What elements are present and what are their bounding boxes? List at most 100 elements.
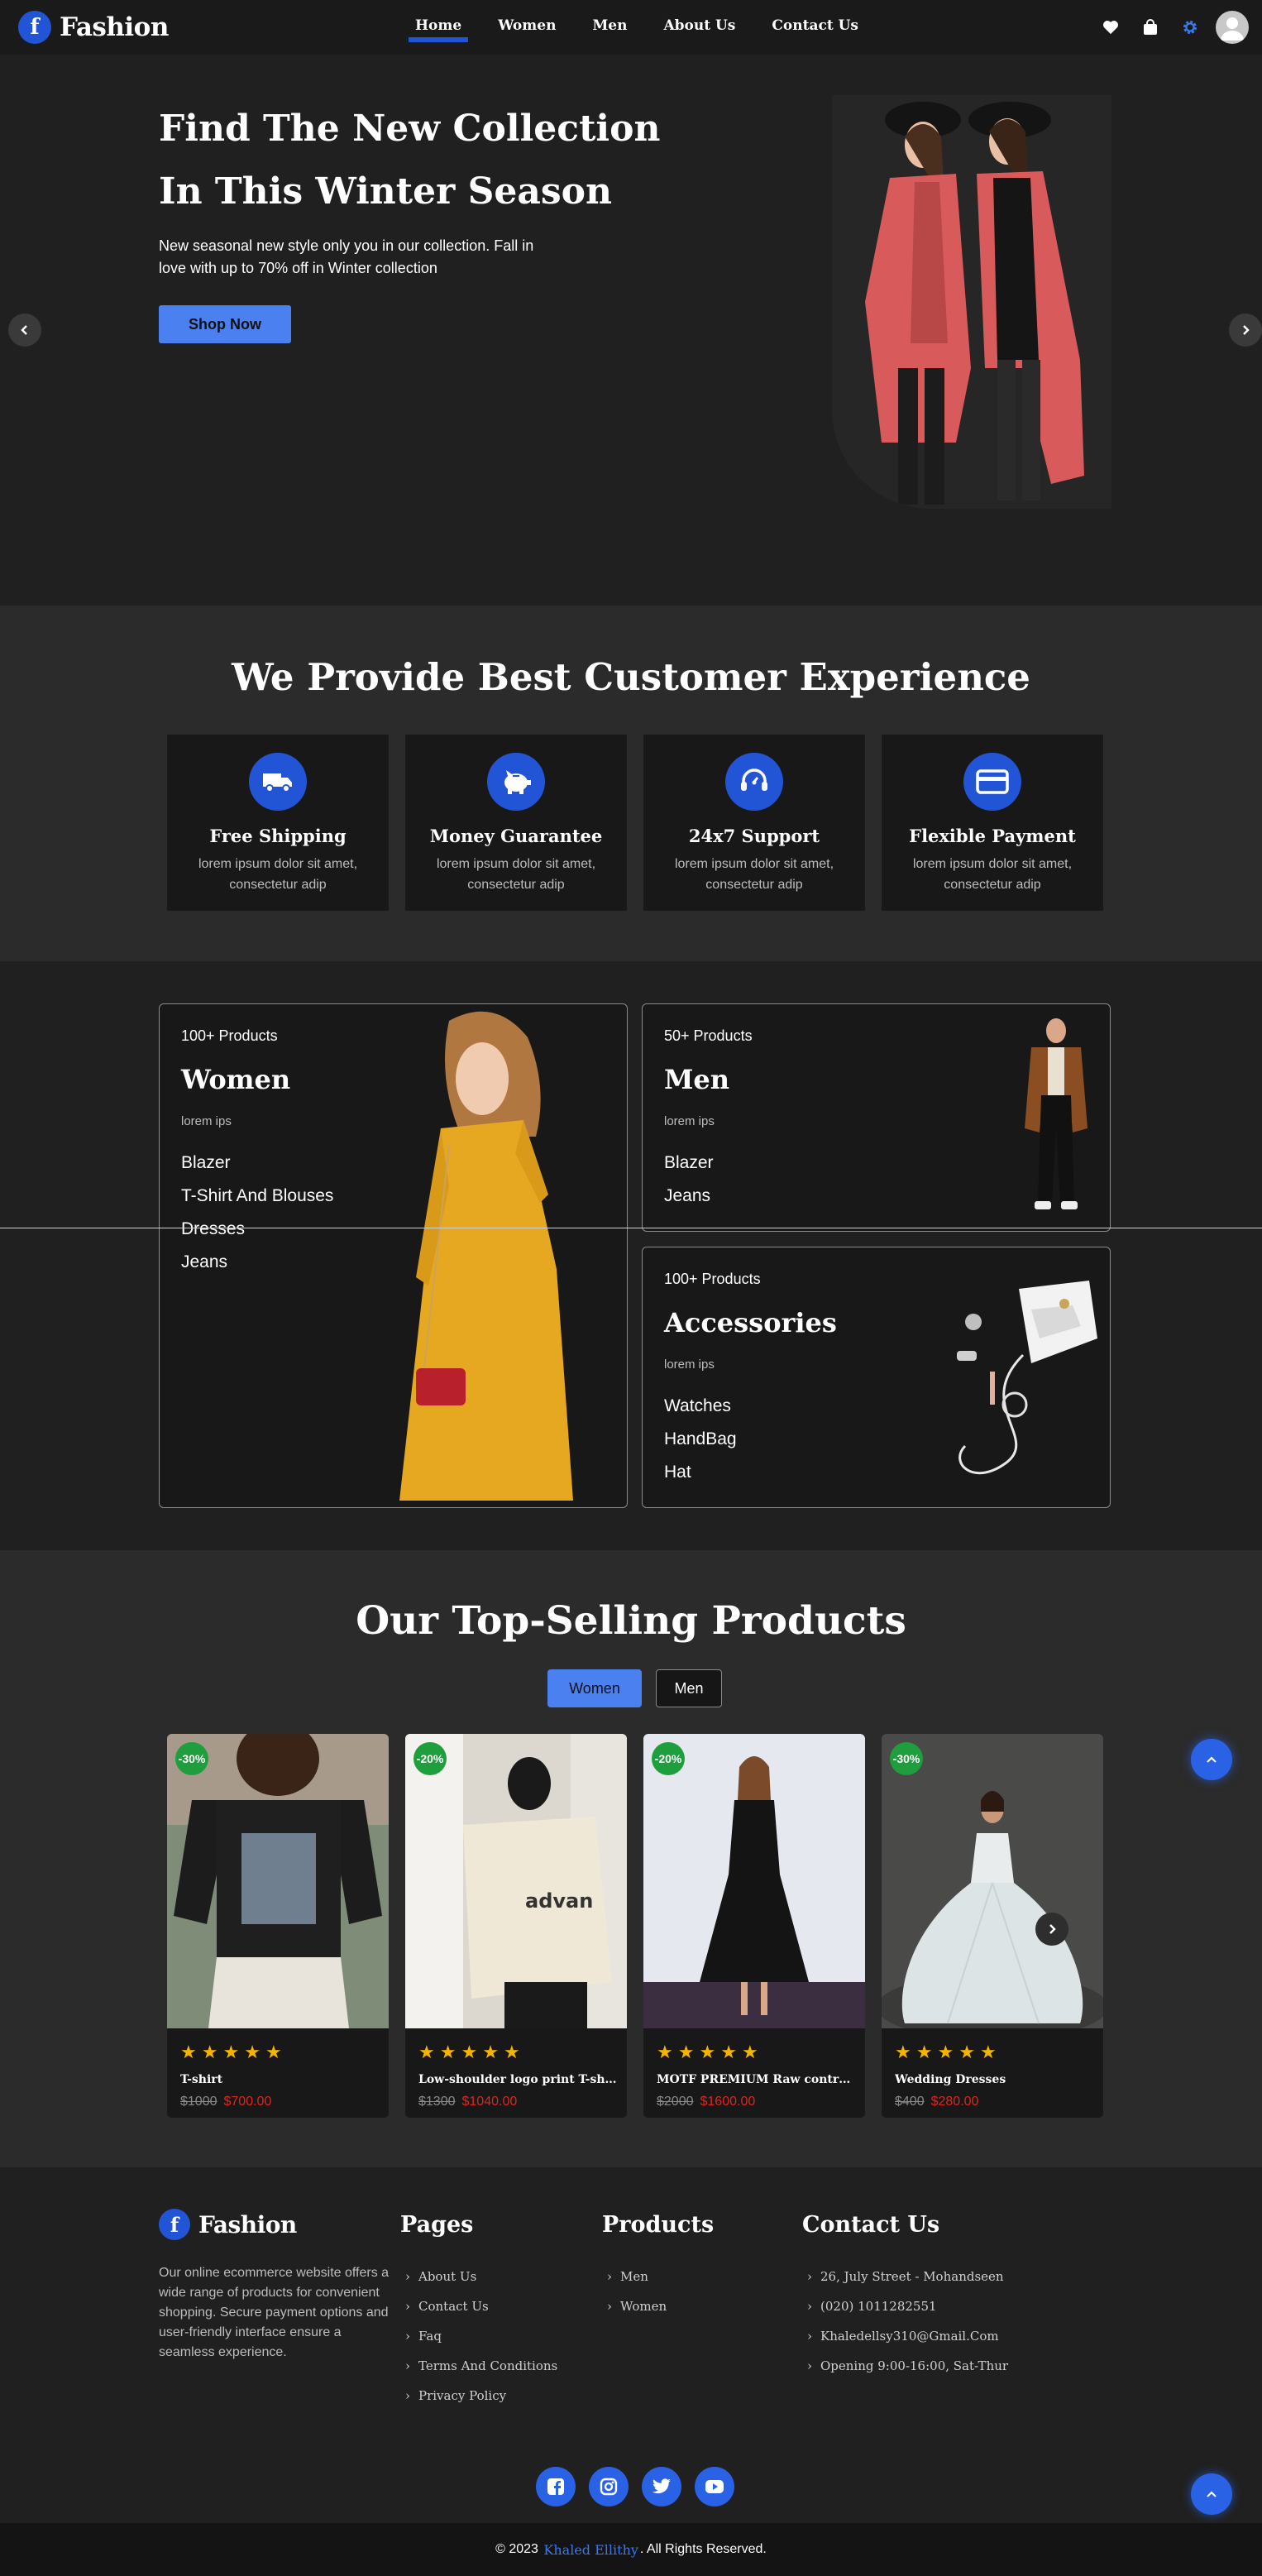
category-links: Blazer T-Shirt And Blouses Dresses Jeans	[181, 1147, 333, 1279]
footer-link[interactable]: › Contact Us	[405, 2291, 557, 2321]
category-women-card[interactable]: 100+ Products Women lorem ips Blazer T-S…	[159, 1003, 628, 1508]
category-men-card[interactable]: 50+ Products Men lorem ips Blazer Jeans	[642, 1003, 1111, 1232]
category-link[interactable]: Watches	[664, 1390, 737, 1423]
old-price: $1300	[418, 2095, 456, 2109]
nav-women[interactable]: Women	[498, 17, 556, 34]
footer-link-label: Women	[620, 2299, 667, 2314]
user-avatar-icon[interactable]	[1216, 11, 1249, 44]
star-icon: ★	[895, 2042, 911, 2062]
star-icon: ★	[482, 2042, 499, 2062]
nav-about-us[interactable]: About Us	[663, 17, 735, 34]
feature-card-shipping: Free Shipping lorem ipsum dolor sit amet…	[167, 735, 389, 911]
category-desc: lorem ips	[181, 1114, 232, 1128]
nav-home[interactable]: Home	[408, 17, 469, 42]
feature-title: 24x7 Support	[688, 826, 820, 846]
category-accessories-card[interactable]: 100+ Products Accessories lorem ips Watc…	[642, 1247, 1111, 1508]
youtube-icon[interactable]	[695, 2467, 734, 2507]
footer-link[interactable]: › Faq	[405, 2321, 557, 2351]
star-icon: ★	[244, 2042, 261, 2062]
product-image	[167, 1734, 389, 2028]
men-model-image	[1025, 1018, 1088, 1209]
nav-men[interactable]: Men	[592, 17, 627, 34]
copyright-prefix: © 2023	[495, 2542, 538, 2556]
settings-gear-icon[interactable]	[1176, 13, 1204, 41]
category-count: 100+ Products	[664, 1271, 761, 1287]
feature-title: Free Shipping	[209, 826, 347, 846]
chevron-right-icon: ›	[807, 2299, 812, 2314]
contact-address: 26, July Street - Mohandseen	[820, 2269, 1004, 2284]
chevron-right-icon: ›	[405, 2299, 410, 2314]
brand-name: Fashion	[60, 12, 169, 42]
category-link[interactable]: Jeans	[664, 1180, 714, 1213]
credit-card-icon	[963, 753, 1021, 811]
hero-title-line-2: In This Winter Season	[159, 170, 612, 213]
shopping-bag-icon[interactable]	[1136, 13, 1164, 41]
footer-logo[interactable]: f Fashion	[159, 2209, 297, 2240]
star-icon: ★	[180, 2042, 197, 2062]
hero-title: Find The New Collection In This Winter S…	[159, 98, 672, 223]
nav-actions	[1097, 11, 1249, 44]
tab-women[interactable]: Women	[547, 1669, 642, 1707]
footer-link[interactable]: › Women	[607, 2291, 667, 2321]
author-link[interactable]: Khaled Ellithy	[543, 2542, 638, 2558]
contact-item[interactable]: › (020) 1011282551	[807, 2291, 1008, 2321]
category-link[interactable]: HandBag	[664, 1423, 737, 1456]
product-name: Wedding Dresses	[895, 2073, 1006, 2086]
feature-card-payment: Flexible Payment lorem ipsum dolor sit a…	[882, 735, 1103, 911]
product-price: $1300 $1040.00	[418, 2095, 517, 2109]
twitter-icon[interactable]	[642, 2467, 681, 2507]
category-link[interactable]: T-Shirt And Blouses	[181, 1180, 333, 1213]
footer-link[interactable]: › Privacy Policy	[405, 2381, 557, 2411]
tab-men[interactable]: Men	[656, 1669, 722, 1707]
logo-badge: f	[18, 11, 51, 44]
category-link[interactable]: Dresses	[181, 1213, 333, 1246]
star-icon: ★	[503, 2042, 520, 2062]
product-card[interactable]: -30% ★ ★ ★ ★ ★ T-shirt $1000 $700.00	[167, 1734, 389, 2118]
hero-subtitle: New seasonal new style only you in our c…	[159, 237, 534, 276]
product-card[interactable]: advan -20% ★ ★ ★ ★ ★ Low-shoulder logo print…	[405, 1734, 627, 2118]
contact-hours: Opening 9:00-16:00, Sat-Thur	[820, 2358, 1009, 2373]
star-icon: ★	[677, 2042, 695, 2062]
facebook-icon[interactable]	[536, 2467, 576, 2507]
category-link[interactable]: Hat	[664, 1456, 737, 1489]
scroll-to-top-button[interactable]	[1191, 2473, 1232, 2515]
brand-logo[interactable]: f Fashion	[18, 11, 169, 44]
heart-icon[interactable]	[1097, 13, 1125, 41]
star-icon: ★	[741, 2042, 758, 2062]
footer-link[interactable]: › Men	[607, 2262, 667, 2291]
category-link[interactable]: Blazer	[664, 1147, 714, 1180]
footer-link-label: About Us	[418, 2269, 477, 2284]
feature-desc: lorem ipsum dolor sit amet, consectetur …	[198, 857, 358, 892]
site-footer: f Fashion Our online ecommerce website o…	[0, 2167, 1262, 2523]
footer-link[interactable]: › About Us	[405, 2262, 557, 2291]
hero-title-line-1: Find The New Collection	[159, 108, 661, 150]
category-name: Women	[181, 1064, 291, 1095]
instagram-icon[interactable]	[589, 2467, 629, 2507]
category-links: Blazer Jeans	[664, 1147, 714, 1213]
hero-section: Find The New Collection In This Winter S…	[0, 55, 1262, 606]
top-navbar: f Fashion Home Women Men About Us Contac…	[0, 0, 1262, 55]
footer-link[interactable]: › Terms And Conditions	[405, 2351, 557, 2381]
category-link[interactable]: Blazer	[181, 1147, 333, 1180]
rating-stars: ★ ★ ★ ★ ★	[895, 2042, 997, 2063]
hero-next-arrow[interactable]	[1229, 314, 1262, 347]
contact-item[interactable]: › Khaledellsy310@Gmail.Com	[807, 2321, 1008, 2351]
headset-icon	[725, 753, 783, 811]
product-card[interactable]: -30% ★ ★ ★ ★ ★ Wedding Dresses $400 $280.00	[882, 1734, 1103, 2118]
scroll-to-top-button[interactable]	[1191, 1739, 1232, 1780]
product-name: Low-shoulder logo print T-shirt	[418, 2073, 617, 2086]
product-card[interactable]: -20% ★ ★ ★ ★ ★ MOTF PREMIUM Raw contrast .. …	[643, 1734, 865, 2118]
carousel-next-arrow[interactable]	[1035, 1913, 1068, 1946]
hero-prev-arrow[interactable]	[8, 314, 41, 347]
star-icon: ★	[439, 2042, 457, 2062]
shop-now-button[interactable]: Shop Now	[159, 305, 291, 343]
star-icon: ★	[461, 2042, 478, 2062]
nav-contact-us[interactable]: Contact Us	[772, 17, 858, 34]
star-icon: ★	[418, 2042, 435, 2062]
product-price: $2000 $1600.00	[657, 2095, 755, 2109]
feature-desc: lorem ipsum dolor sit amet, consectetur …	[674, 857, 834, 892]
product-image	[643, 1734, 865, 2028]
category-desc: lorem ips	[664, 1357, 715, 1372]
footer-link-label: Faq	[418, 2329, 442, 2344]
category-link[interactable]: Jeans	[181, 1246, 333, 1279]
